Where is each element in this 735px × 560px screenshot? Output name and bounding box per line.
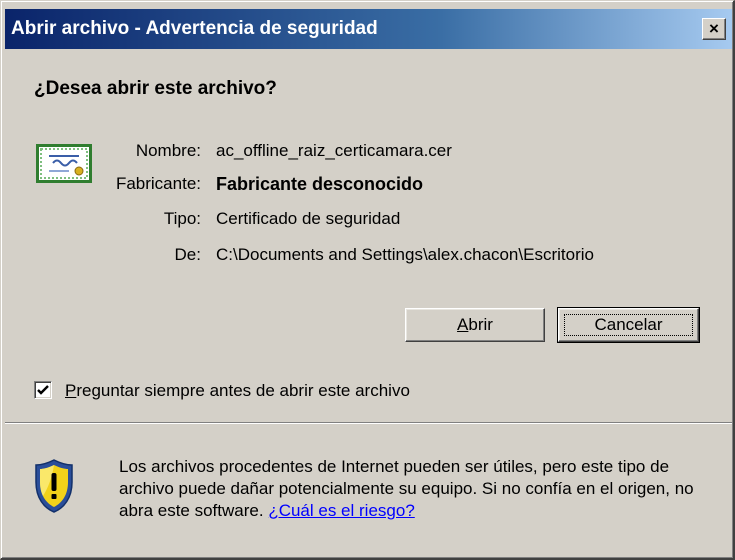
open-button[interactable]: Abrir	[405, 308, 545, 342]
from-label: De:	[174, 245, 201, 264]
type-label: Tipo:	[163, 209, 201, 228]
open-label: brir	[468, 315, 493, 334]
warning-message: Los archivos procedentes de Internet pue…	[119, 456, 719, 522]
publisher-row: Fabricante: Fabricante desconocido	[1, 174, 735, 198]
publisher-value: Fabricante desconocido	[216, 174, 424, 194]
cancel-button[interactable]: Cancelar	[557, 307, 700, 343]
always-ask-checkbox[interactable]	[34, 381, 52, 399]
checkmark-icon	[37, 385, 49, 395]
dialog-question: ¿Desea abrir este archivo?	[34, 78, 277, 99]
close-icon: ×	[709, 19, 719, 38]
window-title: Abrir archivo - Advertencia de seguridad	[11, 18, 378, 39]
risk-link[interactable]: ¿Cuál es el riesgo?	[268, 501, 414, 520]
type-row: Tipo: Certificado de seguridad	[1, 209, 735, 233]
always-ask-access-key: P	[65, 381, 77, 400]
publisher-label: Fabricante:	[115, 174, 201, 193]
separator-light	[5, 423, 732, 424]
always-ask-label[interactable]: Preguntar siempre antes de abrir este ar…	[65, 381, 410, 401]
from-row: De: C:\Documents and Settings\alex.chaco…	[1, 245, 735, 269]
security-warning-dialog: Abrir archivo - Advertencia de seguridad…	[0, 0, 735, 560]
always-ask-text: reguntar siempre antes de abrir este arc…	[76, 381, 410, 400]
open-access-key: A	[457, 315, 469, 334]
warning-shield-icon	[35, 459, 73, 513]
name-value: ac_offline_raiz_certicamara.cer	[216, 141, 452, 160]
name-label: Nombre:	[135, 141, 201, 160]
focus-ring	[564, 314, 693, 336]
close-button[interactable]: ×	[702, 18, 726, 40]
type-value: Certificado de seguridad	[216, 209, 401, 228]
from-value: C:\Documents and Settings\alex.chacon\Es…	[216, 245, 594, 264]
name-row: Nombre: ac_offline_raiz_certicamara.cer	[1, 141, 735, 165]
title-bar[interactable]: Abrir archivo - Advertencia de seguridad…	[5, 9, 732, 49]
